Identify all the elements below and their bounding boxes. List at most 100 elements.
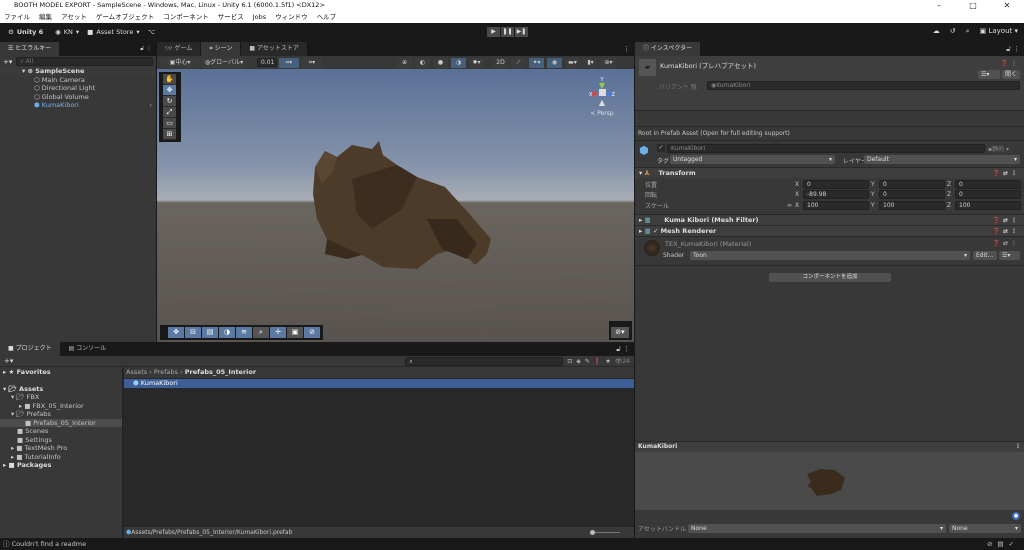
menu-gameobject[interactable]: ゲームオブジェクト xyxy=(96,11,154,23)
folder-fbx-interior[interactable]: ▸ ■ FBX_05_Interior xyxy=(0,402,122,411)
preview-viewport[interactable] xyxy=(635,452,1024,510)
orientation-gizmo[interactable]: Y ▼ X▶ ◀Z ▲ < Persp xyxy=(582,77,622,125)
folder-packages[interactable]: ▸ ■ Packages xyxy=(0,461,122,470)
grid-snap-icon[interactable]: ⌗▾ xyxy=(279,57,299,68)
scene-root[interactable]: ▾ ⊛ SampleScene xyxy=(0,67,156,76)
scale-tool-icon[interactable]: ⤢ xyxy=(163,107,176,118)
folder-prefabs[interactable]: ▾ 📂︎ Prefabs xyxy=(0,410,122,419)
variant-parent-field[interactable]: ◉KumaKibori xyxy=(707,81,1020,90)
shader-options[interactable]: ☰▾ xyxy=(999,250,1020,260)
search-icon[interactable]: ⌕ xyxy=(966,27,970,36)
crumb-interior[interactable]: Prefabs_05_Interior xyxy=(185,368,256,376)
tab-scene[interactable]: ⌗ シーン xyxy=(201,42,241,56)
compass-icon[interactable]: ⊘ xyxy=(304,327,320,338)
add-button[interactable]: +▾ xyxy=(3,58,12,66)
scene-viewport[interactable]: ✋ ✥ ↻ ⤢ ▭ ⊞ Y ▼ X▶ ◀Z ▲ < Persp ✥ ⊟ ▤ ◑ ≋ ⌕ ✛ ▣ ⊘… xyxy=(157,69,634,342)
folder-fbx[interactable]: ▾ 📂︎ FBX xyxy=(0,393,122,402)
account-dropdown[interactable]: ◉ KN ▾ xyxy=(55,28,79,36)
draw-mode-icon[interactable]: ⊕ xyxy=(397,57,412,68)
unity-button[interactable]: ⚙ Unity 6 xyxy=(8,28,43,36)
render-icon[interactable]: ▮▾ xyxy=(583,57,598,68)
menu-jobs[interactable]: Jobs xyxy=(253,11,266,23)
camera-overlay[interactable]: ⊘▾ xyxy=(609,321,632,340)
camera-icon[interactable]: ▬▾ xyxy=(565,57,580,68)
zoom-icon[interactable]: ⌕ xyxy=(253,327,269,338)
active-checkbox[interactable]: ✓ xyxy=(657,144,665,152)
maximize-button[interactable]: □ xyxy=(956,0,990,11)
shaded-wire-icon[interactable]: ◐ xyxy=(415,57,430,68)
project-search-input[interactable]: ⌕ xyxy=(405,356,564,366)
tab-inspector[interactable]: ⓘ インスペクター xyxy=(635,42,701,56)
crosshair-icon[interactable]: ✛ xyxy=(270,327,286,338)
layout-dropdown[interactable]: ▣ Layout ▾ xyxy=(980,27,1018,36)
status-message[interactable]: Couldn't find a readme xyxy=(12,540,87,548)
hierarchy-item[interactable]: ⬡ Global Volume xyxy=(0,93,156,102)
menu-assets[interactable]: アセット xyxy=(61,11,87,23)
lit-icon[interactable]: ◑ xyxy=(451,57,466,68)
static-toggle[interactable]: ▪静的 ▾ xyxy=(988,144,1009,153)
folder-textmesh[interactable]: ▸ ■ TextMesh Pro xyxy=(0,444,122,453)
menu-edit[interactable]: 編集 xyxy=(39,11,52,23)
move-icon[interactable]: ✥ xyxy=(168,327,184,338)
help-icon[interactable]: ❓⋮ xyxy=(1001,60,1020,67)
tab-game[interactable]: 👓︎ ゲーム xyxy=(157,42,201,56)
lock-icon[interactable]: 🔓︎ ⋮ xyxy=(616,342,630,356)
layers-icon[interactable]: ≋ xyxy=(236,327,252,338)
folder-scenes[interactable]: ■ Scenes xyxy=(0,427,122,436)
asset-bundle-dropdown[interactable]: None ▾ xyxy=(688,524,946,533)
ruler-icon[interactable]: ▤ xyxy=(202,327,218,338)
icon-size-slider[interactable] xyxy=(590,530,620,535)
more-icon[interactable]: ⋮ xyxy=(623,42,630,56)
pause-button[interactable]: ❚❚ xyxy=(501,27,514,37)
move-tool-icon[interactable]: ✥ xyxy=(163,85,176,96)
shader-dropdown[interactable]: Toon ▾ xyxy=(690,250,970,260)
pos-x[interactable]: 0 xyxy=(803,179,869,189)
hierarchy-search-input[interactable]: ⌕ All xyxy=(16,57,153,66)
visibility-icon[interactable]: ◉ xyxy=(547,57,562,68)
rotate-tool-icon[interactable]: ↻ xyxy=(163,96,176,107)
snap-input[interactable]: 0.01 xyxy=(257,58,277,67)
close-button[interactable]: ✕ xyxy=(990,0,1024,11)
create-button[interactable]: +▾ xyxy=(4,357,13,365)
audio-icon[interactable]: ✦▾ xyxy=(529,57,544,68)
bundle-variant-dropdown[interactable]: None ▾ xyxy=(949,524,1021,533)
grid-icon[interactable]: ⌗▾ xyxy=(302,57,322,68)
add-component-button[interactable]: コンポーネントを追加 xyxy=(769,272,891,282)
lighting-icon[interactable]: ⟋ xyxy=(511,57,526,68)
lock-icon[interactable]: 🔓︎ ⋮ xyxy=(140,42,152,56)
overrides-dropdown[interactable]: ☰▾ xyxy=(978,70,1000,79)
rot-y[interactable]: 0 xyxy=(879,190,945,200)
crumb-prefabs[interactable]: Prefabs xyxy=(154,368,178,376)
rect-tool-icon[interactable]: ▭ xyxy=(163,118,176,129)
hierarchy-item-prefab[interactable]: ⬢ KumaKibori › xyxy=(0,101,156,110)
lock-icon[interactable]: 🔓︎ ⋮ xyxy=(1006,42,1020,56)
tab-project[interactable]: ■ プロジェクト xyxy=(0,342,60,356)
space-dropdown[interactable]: ◍グローバル▾ xyxy=(202,57,246,68)
history-icon[interactable]: ↺ xyxy=(950,27,956,36)
debug-icon[interactable]: ✹▾ xyxy=(469,57,484,68)
gizmos-icon[interactable]: ⊕▾ xyxy=(601,57,616,68)
rotate-icon[interactable]: ◑ xyxy=(219,327,235,338)
mesh-filter-header[interactable]: ▸ ▦ Kuma Kibori (Mesh Filter) ❓⇄⋮ xyxy=(635,213,1024,225)
edit-shader-button[interactable]: Edit... xyxy=(973,250,997,260)
link-icon[interactable]: ∞ xyxy=(787,202,795,209)
asset-store-dropdown[interactable]: ■ Asset Store ▾ xyxy=(87,28,139,36)
transform-header[interactable]: ▾ ⅄ Transform ❓⇄⋮ xyxy=(635,167,1024,178)
step-button[interactable]: ▶❚ xyxy=(515,27,528,37)
folder-prefabs-interior[interactable]: ■ Prefabs_05_Interior xyxy=(0,418,122,427)
layer-dropdown[interactable]: Default ▾ xyxy=(864,155,1020,164)
tag-dropdown[interactable]: Untagged ▾ xyxy=(670,155,835,164)
snap-icon[interactable]: ⊟ xyxy=(185,327,201,338)
name-field[interactable]: KumaKibori xyxy=(667,144,985,153)
menu-help[interactable]: ヘルプ xyxy=(317,11,337,23)
tab-console[interactable]: ▤ コンソール xyxy=(60,342,115,356)
minimize-button[interactable]: – xyxy=(922,0,956,11)
pivot-dropdown[interactable]: ▣中心▾ xyxy=(161,57,199,68)
pos-y[interactable]: 0 xyxy=(879,179,945,189)
transform-tool-icon[interactable]: ⊞ xyxy=(163,129,176,140)
play-button[interactable]: ▶ xyxy=(487,27,500,37)
hierarchy-item[interactable]: ⬡ Main Camera xyxy=(0,76,156,85)
open-button[interactable]: 開く xyxy=(1002,70,1020,79)
favorites[interactable]: ▸ ★ Favorites xyxy=(0,368,122,377)
shaded-icon[interactable]: ● xyxy=(433,57,448,68)
